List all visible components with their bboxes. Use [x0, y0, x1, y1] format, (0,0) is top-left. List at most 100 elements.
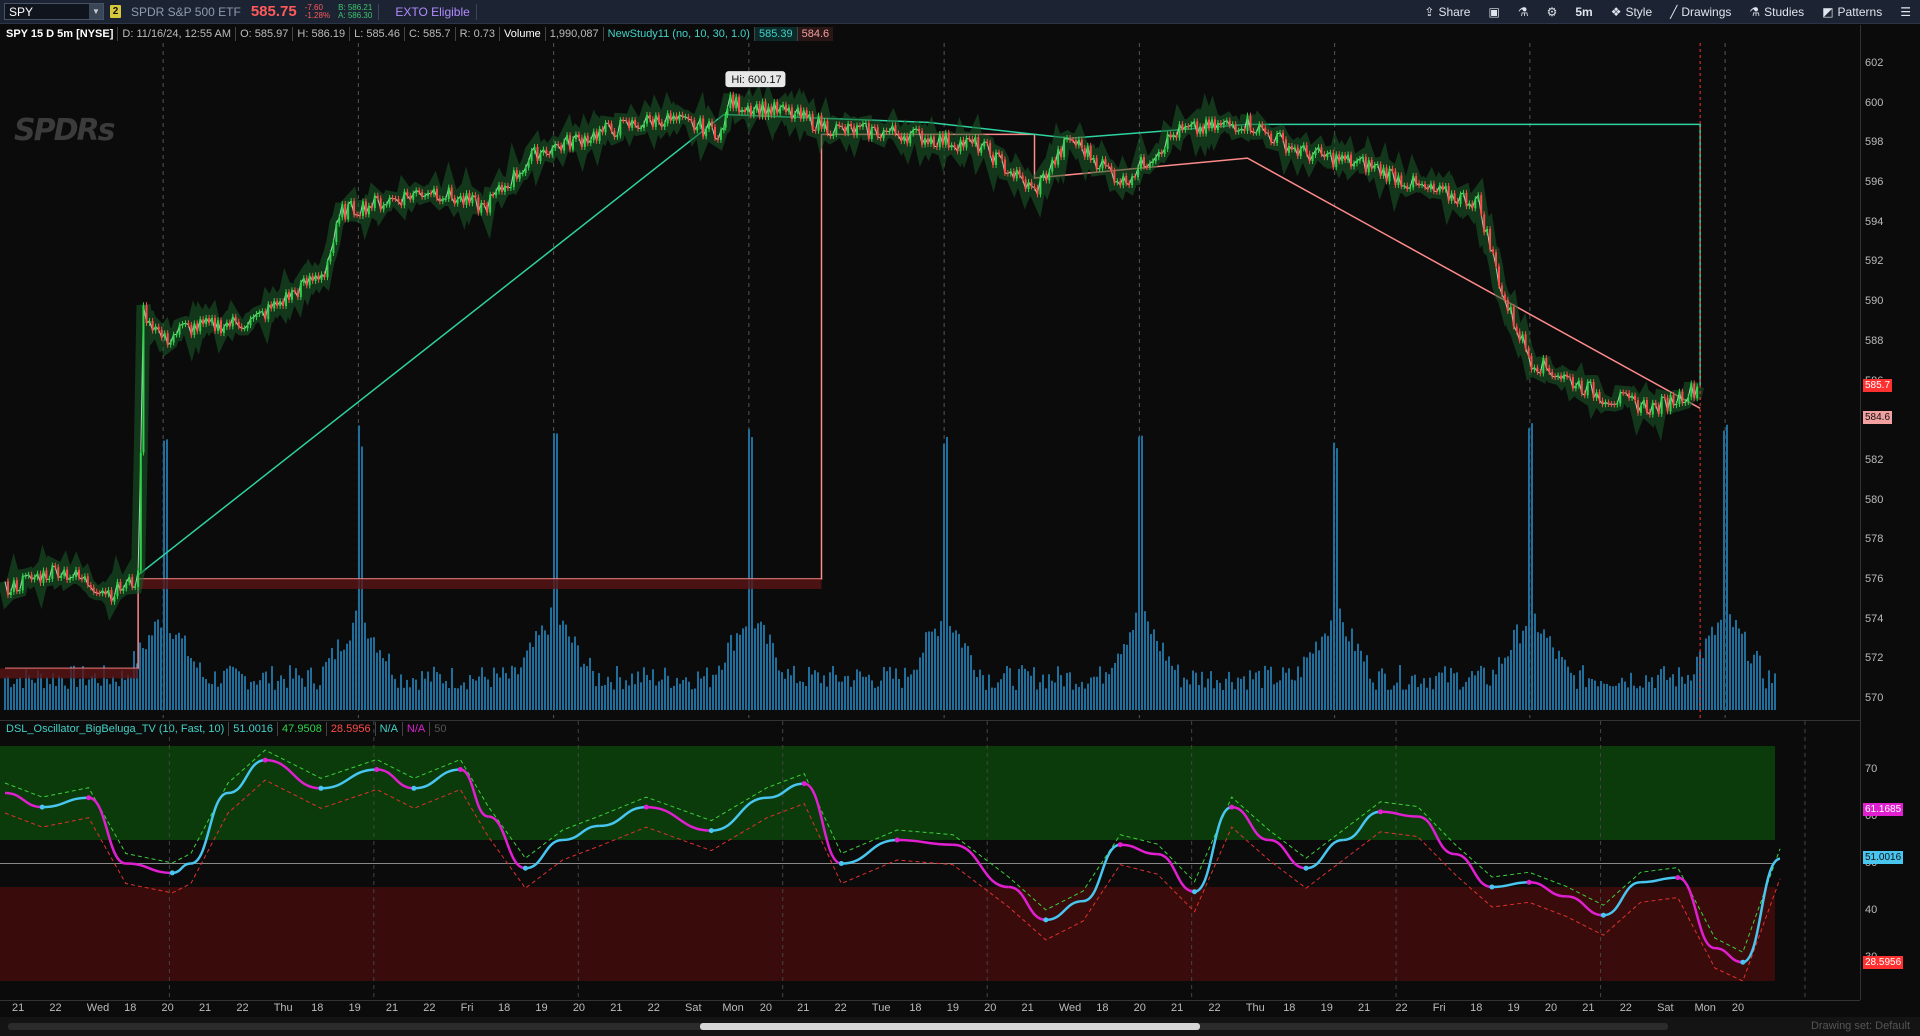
volume-bar	[718, 665, 720, 710]
volume-bar	[64, 685, 66, 710]
study-name[interactable]: NewStudy11 (no, 10, 30, 1.0)	[602, 27, 754, 41]
candle-body	[808, 114, 811, 118]
volume-bar	[325, 661, 327, 710]
candle-body	[435, 188, 438, 199]
candle-body	[992, 154, 995, 165]
volume-bar	[385, 661, 387, 710]
candle-body	[663, 123, 666, 128]
candle-body	[716, 137, 719, 140]
pivot-dot	[318, 785, 324, 791]
candle-body	[640, 127, 643, 129]
price-tick-label: 596	[1865, 175, 1884, 188]
timeframe-button[interactable]: 5m	[1566, 0, 1601, 24]
candle-body	[308, 275, 311, 286]
volume-bar	[127, 675, 129, 710]
chevron-down-icon[interactable]: ▼	[89, 4, 103, 19]
volume-bar	[1327, 635, 1329, 710]
volume-bar	[1363, 661, 1365, 710]
time-axis[interactable]: 21 22 Wed 18 20 21 22 Thu 18 19 21 22 Fri 18 19 20 21 22 S…	[0, 1000, 1860, 1016]
candle-body	[116, 581, 119, 597]
candle-body	[1574, 385, 1577, 389]
volume-bar	[1036, 689, 1038, 710]
time-tick-label: Sat	[1657, 1002, 1674, 1014]
share-button[interactable]: ⇪ Share	[1415, 0, 1479, 24]
drawings-button[interactable]: ╱ Drawings	[1661, 0, 1740, 24]
candle-body	[927, 138, 929, 145]
time-tick-label: 19	[1320, 1002, 1333, 1014]
price-tick-label: 574	[1865, 612, 1884, 625]
price-change: -7.60 -1.28%	[305, 3, 330, 20]
volume-bar	[130, 677, 132, 710]
volume-bar	[955, 630, 957, 710]
link-group-badge[interactable]: 2	[110, 5, 121, 18]
style-button[interactable]: ❖ Style	[1602, 0, 1661, 24]
symbol-input[interactable]: SPY ▼	[4, 3, 104, 20]
candle-body	[113, 596, 116, 602]
price-chart-panel[interactable]: Hi: 600.17 SPDRs	[0, 43, 1860, 718]
volume-bar	[1396, 682, 1398, 710]
candle-body	[738, 96, 741, 113]
candle-body	[107, 589, 110, 595]
candle-body	[823, 120, 826, 129]
oscillator-line-segment	[1454, 852, 1493, 889]
volume-bar	[1486, 684, 1488, 710]
volume-bar	[784, 678, 786, 710]
volume-bar	[1039, 682, 1041, 710]
oscillator-svg[interactable]	[0, 721, 1860, 1001]
candle-body	[12, 580, 15, 592]
candle-body	[950, 145, 953, 148]
menu-button[interactable]: ☰	[1891, 0, 1920, 24]
volume-bar	[94, 673, 96, 710]
volume-bar	[1339, 608, 1341, 710]
chart-title[interactable]: SPY 15 D 5m [NYSE]	[0, 28, 117, 40]
oscillator-panel[interactable]	[0, 720, 1860, 1001]
candle-body	[1604, 402, 1607, 405]
volume-bar	[178, 632, 180, 710]
candle-body	[1234, 124, 1237, 132]
volume-bar	[427, 671, 429, 710]
volume-bar	[748, 429, 750, 710]
volume-bar	[511, 665, 513, 710]
candle-body	[746, 105, 749, 112]
volume-bar	[1429, 677, 1431, 710]
flask-button[interactable]: ⚗	[1509, 0, 1538, 24]
volume-bar	[532, 646, 534, 710]
volume-bar	[691, 689, 693, 710]
snapshot-button[interactable]: ▣	[1479, 0, 1508, 24]
candle-body	[187, 323, 190, 325]
settings-button[interactable]: ⚙	[1538, 0, 1567, 24]
price-axis[interactable]: 6026005985965945925905885865845825805785…	[1860, 25, 1920, 1000]
volume-bar	[919, 657, 921, 710]
candle-body	[962, 139, 965, 148]
candle-body	[714, 126, 716, 138]
candle-body	[1693, 383, 1696, 399]
candle-body	[154, 326, 157, 331]
candle-body	[1400, 175, 1403, 187]
studies-button[interactable]: ⚗ Studies	[1740, 0, 1813, 24]
volume-bar	[1720, 619, 1722, 710]
volume-bar	[1471, 671, 1473, 710]
volume-bar	[1681, 676, 1683, 710]
candle-body	[1003, 159, 1006, 173]
volume-label[interactable]: Volume	[499, 27, 545, 41]
volume-bar	[1384, 673, 1386, 710]
volume-bar	[601, 685, 603, 710]
volume-bar	[58, 675, 60, 710]
volume-bar	[1663, 666, 1665, 710]
candle-body	[329, 253, 332, 262]
volume-bar	[616, 666, 618, 710]
chart-scrollbar[interactable]: Drawing set: Default	[0, 1017, 1920, 1036]
candle-body	[580, 137, 583, 147]
volume-bar	[304, 686, 306, 710]
volume-bar	[97, 682, 99, 710]
volume-bar	[877, 686, 879, 710]
price-chart-svg[interactable]: Hi: 600.17	[0, 43, 1860, 718]
candle-body	[1172, 134, 1175, 138]
scrollbar-thumb[interactable]	[700, 1023, 1200, 1030]
candle-body	[1477, 195, 1480, 200]
volume-bar	[1222, 689, 1224, 710]
candle-body	[89, 585, 92, 588]
volume-bar	[1297, 666, 1299, 710]
patterns-button[interactable]: ◩ Patterns	[1813, 0, 1891, 24]
candle-body	[850, 123, 853, 127]
